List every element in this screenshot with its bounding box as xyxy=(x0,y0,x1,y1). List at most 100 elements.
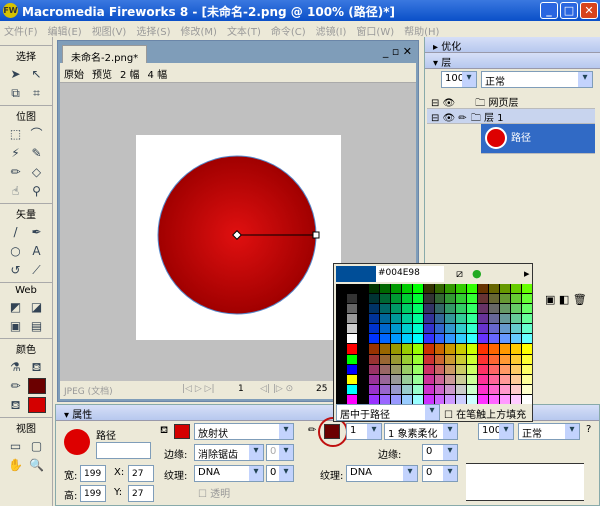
color-swatch[interactable] xyxy=(500,284,511,294)
color-swatch[interactable] xyxy=(456,384,467,394)
hex-input[interactable]: #004E98 xyxy=(376,266,444,282)
color-swatch[interactable] xyxy=(379,384,390,394)
color-swatch[interactable] xyxy=(390,284,401,294)
close-button[interactable]: ✕ xyxy=(580,2,598,19)
color-swatch[interactable] xyxy=(401,334,412,344)
color-swatch[interactable] xyxy=(336,384,346,394)
menu-commands[interactable]: 命令(C) xyxy=(271,27,306,38)
color-swatch[interactable] xyxy=(522,294,532,304)
width-input[interactable] xyxy=(80,465,106,482)
menu-select[interactable]: 选择(S) xyxy=(136,27,170,38)
color-swatch[interactable] xyxy=(336,294,346,304)
color-swatch[interactable] xyxy=(346,374,357,384)
color-swatch[interactable] xyxy=(511,334,522,344)
freeform-tool-icon[interactable]: ↺ xyxy=(7,262,25,278)
color-swatch[interactable] xyxy=(368,304,379,314)
color-swatch[interactable] xyxy=(357,294,368,304)
color-swatch[interactable] xyxy=(511,384,522,394)
eyedropper-icon[interactable]: ⚗ xyxy=(7,359,25,375)
color-swatch[interactable] xyxy=(434,344,445,354)
color-swatch[interactable] xyxy=(445,384,456,394)
color-swatch[interactable] xyxy=(522,284,532,294)
color-swatch[interactable] xyxy=(445,294,456,304)
color-swatch[interactable] xyxy=(357,284,368,294)
x-input[interactable] xyxy=(128,465,154,482)
color-swatch[interactable] xyxy=(478,344,489,354)
frame-nav[interactable]: ◁| |▷ ⊙ xyxy=(260,384,293,394)
paint-bucket-icon[interactable]: ⛾ xyxy=(28,359,46,375)
color-swatch[interactable] xyxy=(379,394,390,404)
color-swatch[interactable] xyxy=(379,284,390,294)
no-color-icon[interactable]: ⧄ xyxy=(456,267,463,281)
color-swatch[interactable] xyxy=(445,394,456,404)
stroke-color-swatch[interactable] xyxy=(27,378,46,394)
color-swatch[interactable] xyxy=(401,394,412,404)
pen-tool-icon[interactable]: ✒ xyxy=(28,224,46,240)
stroke-texture-amount[interactable]: 0 xyxy=(422,465,458,482)
color-swatch[interactable] xyxy=(467,334,478,344)
color-swatch[interactable] xyxy=(368,364,379,374)
hide-slices-icon[interactable]: ▣ xyxy=(7,318,25,334)
color-swatch[interactable] xyxy=(379,364,390,374)
color-swatch[interactable] xyxy=(357,364,368,374)
stamp-tool-icon[interactable]: ⚲ xyxy=(28,183,46,199)
color-swatch[interactable] xyxy=(379,334,390,344)
color-swatch[interactable] xyxy=(500,314,511,324)
color-swatch[interactable] xyxy=(445,324,456,334)
color-swatch[interactable] xyxy=(368,294,379,304)
color-swatch[interactable] xyxy=(500,334,511,344)
color-swatch[interactable] xyxy=(434,384,445,394)
color-swatch[interactable] xyxy=(500,324,511,334)
brush-tool-icon[interactable]: ✎ xyxy=(28,145,46,161)
color-swatch[interactable] xyxy=(390,324,401,334)
y-input[interactable] xyxy=(128,485,154,502)
color-swatch[interactable] xyxy=(336,354,346,364)
color-swatch[interactable] xyxy=(500,294,511,304)
color-swatch[interactable] xyxy=(434,314,445,324)
color-swatch[interactable] xyxy=(379,294,390,304)
stroke-edge-select[interactable]: 0 xyxy=(422,444,458,461)
transparent-checkbox[interactable]: ☐ 透明 xyxy=(198,485,230,500)
color-swatch[interactable] xyxy=(423,374,434,384)
object-name-input[interactable] xyxy=(96,442,151,459)
color-swatch[interactable] xyxy=(522,394,532,404)
color-swatch[interactable] xyxy=(412,304,423,314)
color-swatch[interactable] xyxy=(390,374,401,384)
color-swatch[interactable] xyxy=(445,304,456,314)
color-swatch[interactable] xyxy=(434,334,445,344)
color-swatch[interactable] xyxy=(357,354,368,364)
color-swatch[interactable] xyxy=(390,394,401,404)
color-swatch[interactable] xyxy=(467,364,478,374)
color-swatch[interactable] xyxy=(368,324,379,334)
color-swatch[interactable] xyxy=(390,314,401,324)
text-tool-icon[interactable]: A xyxy=(28,243,46,259)
color-swatch[interactable] xyxy=(390,344,401,354)
color-swatch[interactable] xyxy=(478,394,489,404)
color-swatch[interactable] xyxy=(412,384,423,394)
color-swatch[interactable] xyxy=(511,284,522,294)
edge-select[interactable]: 消除锯齿 xyxy=(194,444,264,461)
color-swatch[interactable] xyxy=(336,364,346,374)
document-window-controls[interactable]: _ ▫ ✕ xyxy=(383,45,412,58)
color-swatch[interactable] xyxy=(489,394,500,404)
color-swatch[interactable] xyxy=(456,324,467,334)
color-swatch[interactable] xyxy=(511,364,522,374)
texture-select[interactable]: DNA xyxy=(194,465,264,482)
fill-over-stroke-checkbox[interactable]: ☐ 在笔触上方填充 xyxy=(444,406,526,421)
color-swatch[interactable] xyxy=(445,284,456,294)
color-swatch[interactable] xyxy=(346,364,357,374)
color-swatch[interactable] xyxy=(434,364,445,374)
color-swatch[interactable] xyxy=(489,294,500,304)
knife-tool-icon[interactable]: ⟋ xyxy=(28,262,46,278)
color-swatch[interactable] xyxy=(500,364,511,374)
color-swatch[interactable] xyxy=(500,394,511,404)
menu-text[interactable]: 文本(T) xyxy=(227,27,261,38)
color-swatch[interactable] xyxy=(456,354,467,364)
color-swatch[interactable] xyxy=(401,324,412,334)
edge-amount[interactable]: 0 xyxy=(266,444,294,461)
color-swatch[interactable] xyxy=(456,284,467,294)
color-swatch[interactable] xyxy=(467,384,478,394)
color-swatch[interactable] xyxy=(500,344,511,354)
stroke-texture-select[interactable]: DNA xyxy=(346,465,418,482)
color-swatch[interactable] xyxy=(401,384,412,394)
